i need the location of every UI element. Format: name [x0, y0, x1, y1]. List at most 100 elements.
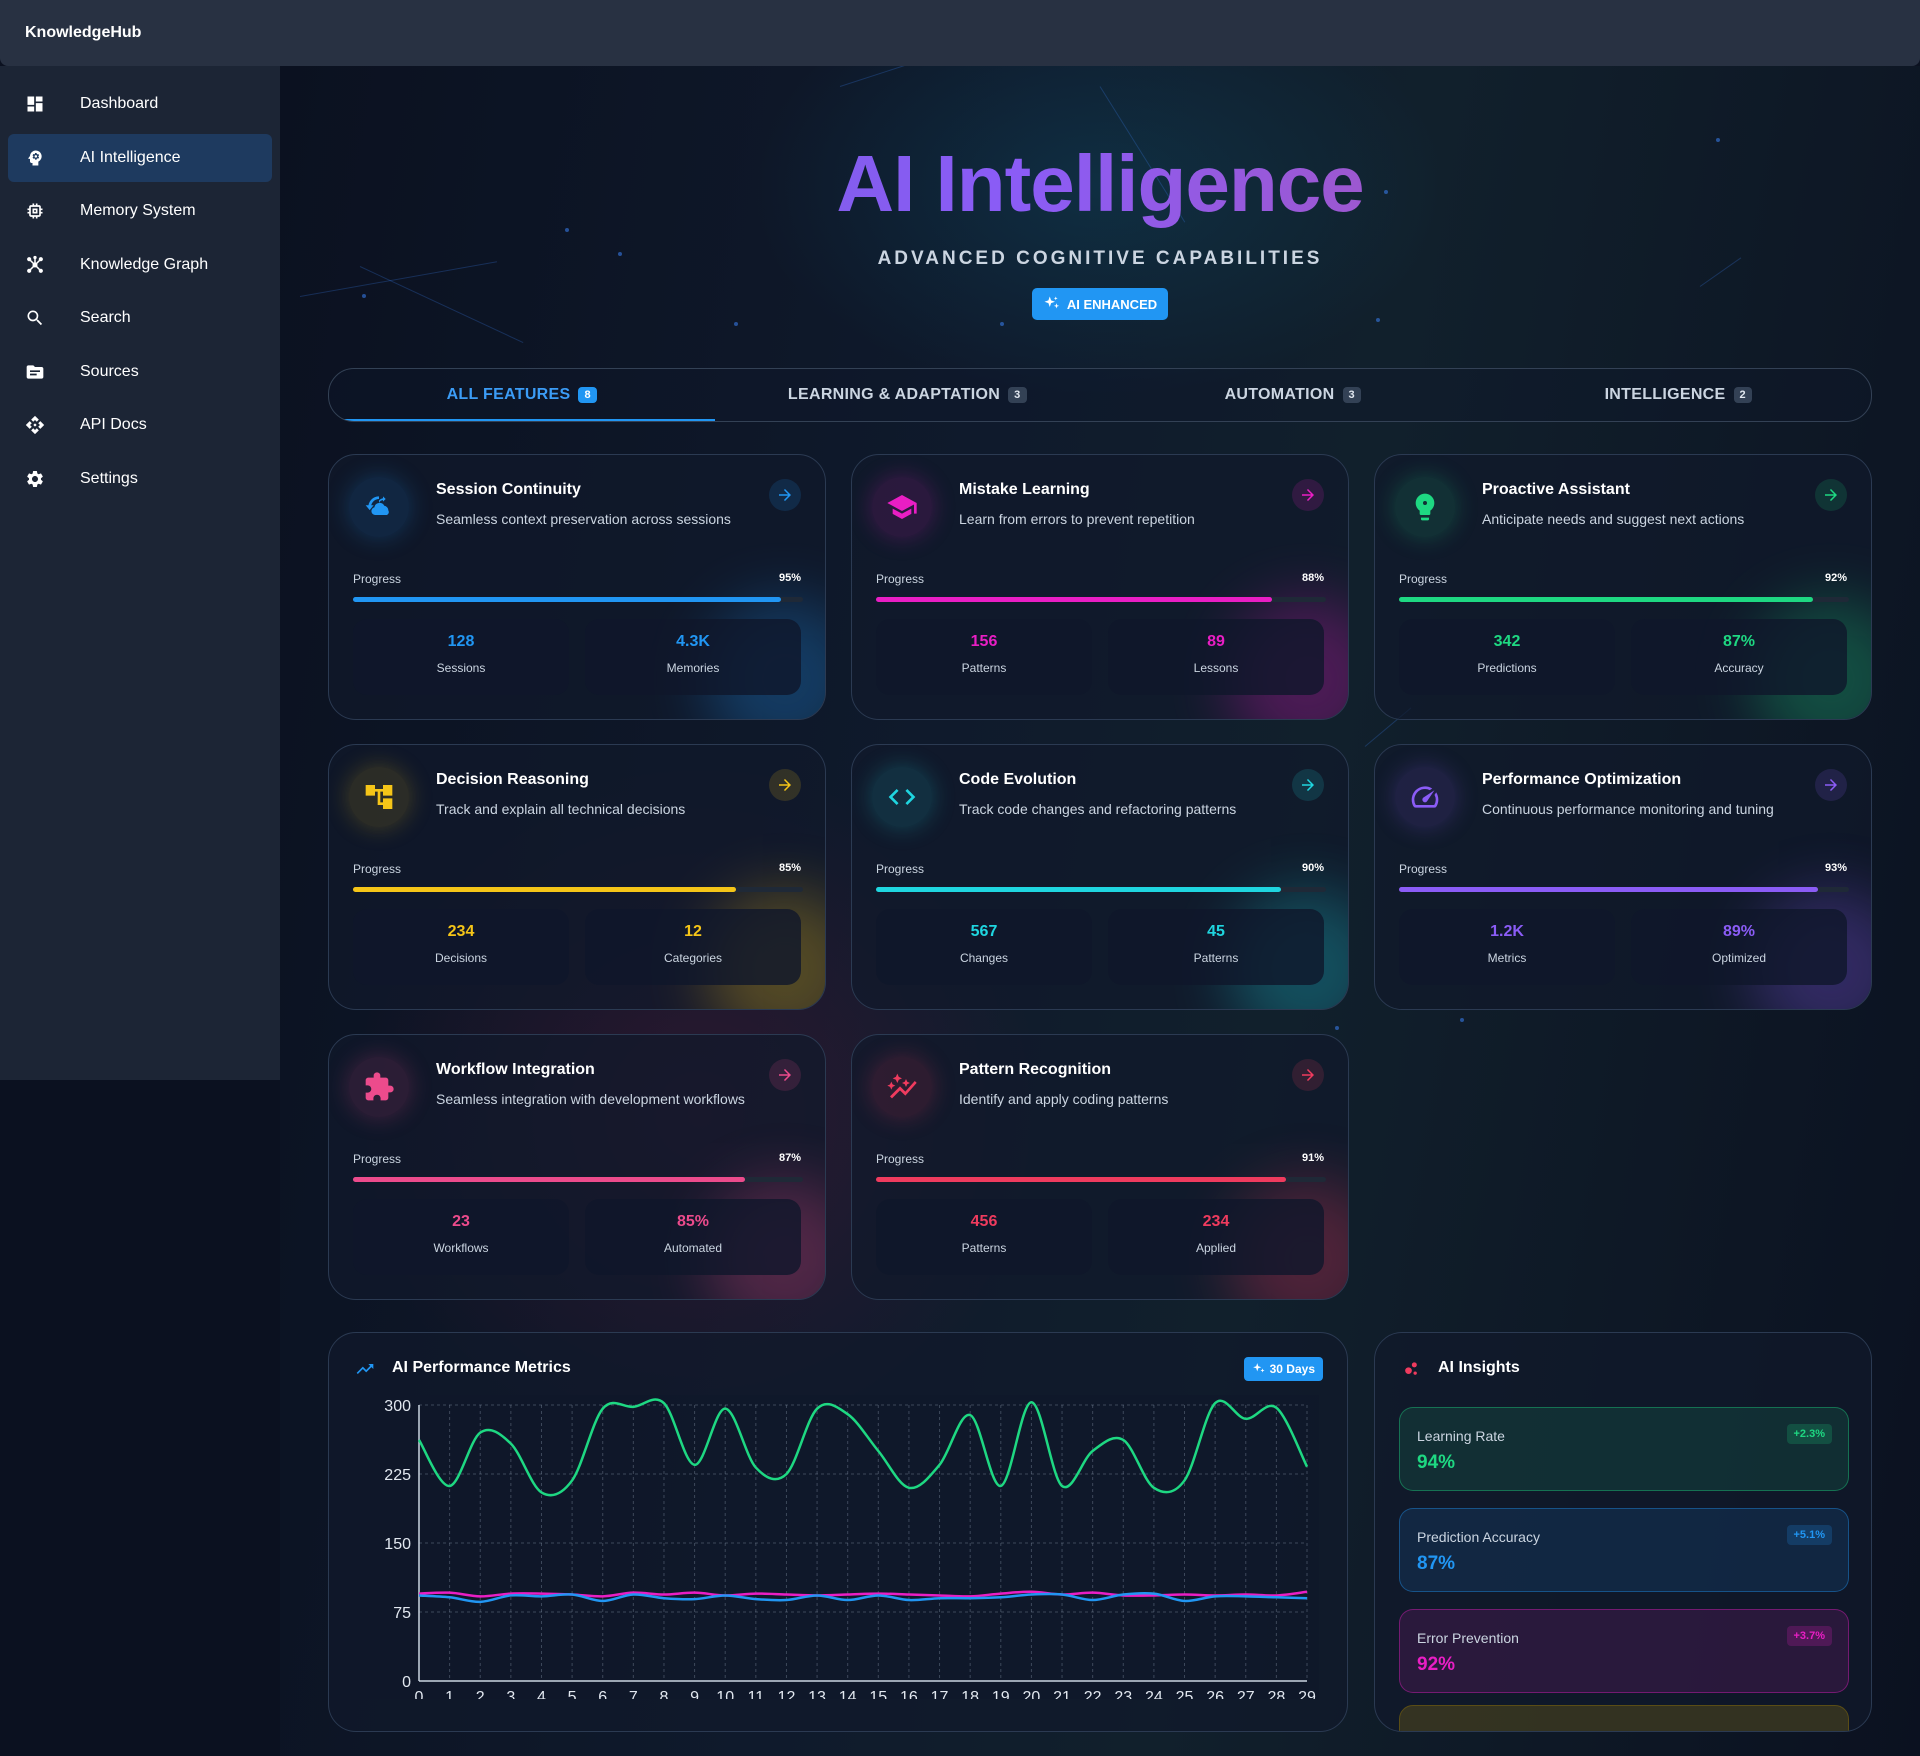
progress-value: 95% [778, 572, 801, 584]
open-feature-button[interactable] [1292, 479, 1324, 511]
stat-box: 4.3K Memories [585, 619, 801, 695]
progress-value: 88% [1301, 572, 1324, 584]
insight-delta-badge: +2.3% [1786, 1424, 1832, 1444]
sidebar: Dashboard AI Intelligence Memory System … [0, 66, 280, 1080]
card-title: Code Evolution [959, 771, 1077, 788]
stat-box: 156 Patterns [876, 619, 1092, 695]
y-tick-label: 150 [384, 1536, 411, 1553]
series-line-0 [417, 1398, 1309, 1497]
sidebar-item-dashboard[interactable]: Dashboard [8, 80, 272, 128]
stat-value: 234 [447, 923, 475, 940]
stat-box: 23 Workflows [353, 1199, 569, 1275]
badge-label: 30 Days [1269, 1362, 1315, 1376]
brain-icon [25, 148, 45, 168]
open-feature-button[interactable] [1815, 769, 1847, 801]
tab-count-badge: 2 [1733, 387, 1752, 403]
graduation-cap-icon [872, 477, 932, 537]
open-feature-button[interactable] [769, 1059, 801, 1091]
arrow-right-icon [779, 489, 791, 501]
x-tick-label: 27 [1237, 1689, 1255, 1699]
feature-card-session-continuity[interactable]: Session Continuity Seamless context pres… [328, 454, 826, 720]
progress-fill [1399, 887, 1818, 892]
badge-label: AI ENHANCED [1066, 296, 1158, 312]
tab-learning-adaptation[interactable]: LEARNING & ADAPTATION 3 [715, 369, 1101, 421]
gear-icon [25, 469, 45, 489]
open-feature-button[interactable] [769, 769, 801, 801]
stat-label: Sessions [436, 661, 486, 675]
progress-label: Progress [876, 572, 925, 586]
stat-box: 45 Patterns [1108, 909, 1324, 985]
tab-label: AUTOMATION [1224, 386, 1335, 403]
panel-title: AI Performance Metrics [392, 1359, 571, 1376]
x-tick-label: 5 [568, 1689, 577, 1699]
sidebar-item-ai-intelligence[interactable]: AI Intelligence [8, 133, 272, 182]
y-tick-label: 225 [384, 1467, 411, 1484]
open-feature-button[interactable] [1292, 1059, 1324, 1091]
stat-label: Patterns [961, 661, 1007, 675]
x-tick-label: 14 [839, 1689, 857, 1699]
stat-value: 456 [970, 1213, 998, 1230]
sidebar-item-api-docs[interactable]: API Docs [8, 401, 272, 449]
sidebar-item-sources[interactable]: Sources [8, 348, 272, 396]
stat-label: Categories [663, 951, 723, 965]
stat-label: Decisions [434, 951, 488, 965]
feature-card-workflow-integration[interactable]: Workflow Integration Seamless integratio… [328, 1034, 826, 1300]
top-app-bar: KnowledgeHub [0, 0, 1920, 66]
stat-box: 567 Changes [876, 909, 1092, 985]
date-range-badge[interactable]: 30 Days [1243, 1357, 1323, 1381]
stat-value: 12 [684, 923, 702, 940]
puzzle-icon [349, 1057, 409, 1117]
feature-card-performance-optimization[interactable]: Performance Optimization Continuous perf… [1374, 744, 1872, 1010]
stat-box: 85% Automated [585, 1199, 801, 1275]
tab-label: ALL FEATURES [446, 386, 571, 403]
insight-label: Error Prevention [1417, 1630, 1519, 1646]
feature-card-proactive-assistant[interactable]: Proactive Assistant Anticipate needs and… [1374, 454, 1872, 720]
x-tick-label: 0 [415, 1689, 424, 1699]
stat-box: 234 Decisions [353, 909, 569, 985]
sidebar-item-knowledge-graph[interactable]: Knowledge Graph [8, 241, 272, 289]
stat-label: Optimized [1711, 951, 1767, 965]
feature-card-pattern-recognition[interactable]: Pattern Recognition Identify and apply c… [851, 1034, 1349, 1300]
page-title: AI Intelligence [280, 138, 1920, 230]
sidebar-item-memory-system[interactable]: Memory System [8, 187, 272, 235]
card-title: Proactive Assistant [1482, 481, 1630, 498]
x-tick-label: 29 [1298, 1689, 1316, 1699]
open-feature-button[interactable] [769, 479, 801, 511]
card-title: Performance Optimization [1482, 771, 1682, 788]
api-icon [25, 415, 45, 435]
y-tick-label: 300 [384, 1398, 411, 1415]
tab-count-badge: 8 [578, 387, 597, 403]
tab-automation[interactable]: AUTOMATION 3 [1100, 369, 1486, 421]
progress-value: 85% [778, 862, 801, 874]
feature-card-decision-reasoning[interactable]: Decision Reasoning Track and explain all… [328, 744, 826, 1010]
graph-icon [25, 255, 45, 275]
open-feature-button[interactable] [1292, 769, 1324, 801]
stat-label: Automated [663, 1241, 723, 1255]
stat-value: 342 [1493, 633, 1521, 650]
feature-card-code-evolution[interactable]: Code Evolution Track code changes and re… [851, 744, 1349, 1010]
tab-intelligence[interactable]: INTELLIGENCE 2 [1486, 369, 1872, 421]
arrow-right-icon [1302, 1069, 1314, 1081]
stat-box: 1.2K Metrics [1399, 909, 1615, 985]
progress-bar [1399, 887, 1849, 892]
search-icon [25, 308, 45, 328]
feature-card-mistake-learning[interactable]: Mistake Learning Learn from errors to pr… [851, 454, 1349, 720]
open-feature-button[interactable] [1815, 479, 1847, 511]
progress-value: 87% [778, 1152, 801, 1164]
tab-all-features[interactable]: ALL FEATURES 8 [329, 369, 715, 421]
x-tick-label: 19 [992, 1689, 1010, 1699]
x-tick-label: 7 [629, 1689, 638, 1699]
stat-value: 567 [970, 923, 998, 940]
stat-box: 456 Patterns [876, 1199, 1092, 1275]
progress-fill [353, 887, 736, 892]
progress-fill [1399, 597, 1813, 602]
progress-label: Progress [876, 862, 925, 876]
progress-fill [876, 1177, 1286, 1182]
sidebar-item-settings[interactable]: Settings [8, 455, 272, 503]
insight-value: 94% [1417, 1452, 1456, 1473]
sidebar-item-search[interactable]: Search [8, 294, 272, 342]
insight-label: Learning Rate [1417, 1428, 1505, 1444]
stat-label: Patterns [961, 1241, 1007, 1255]
progress-fill [876, 887, 1281, 892]
card-title: Mistake Learning [959, 481, 1090, 498]
